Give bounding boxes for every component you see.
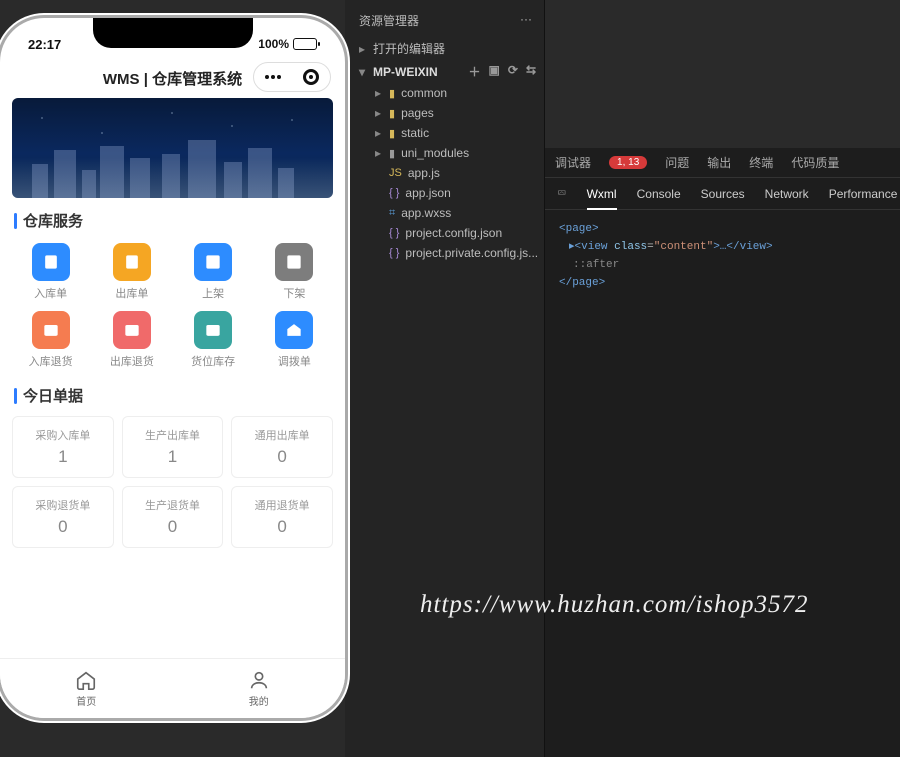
services-grid: 入库单 出库单 上架 下架 [12,241,333,371]
tab-issues[interactable]: 问题 [665,154,689,171]
inbound-return-icon [32,311,70,349]
subtab-sources[interactable]: Sources [701,187,745,201]
element-select-icon[interactable]: ⮹ [557,186,567,201]
folder-pages[interactable]: ▸▮pages [345,103,544,123]
status-time: 22:17 [28,37,61,52]
outbound-return-icon [113,311,151,349]
user-icon [248,669,270,691]
tab-home[interactable]: 首页 [0,659,173,718]
refresh-icon[interactable]: ⟳ [508,63,518,80]
battery-icon [293,38,317,50]
explorer-more-icon[interactable]: ··· [520,12,532,29]
service-outbound[interactable]: 出库单 [93,241,170,303]
service-transfer[interactable]: 调拨单 [256,309,333,371]
section-services-title: 仓库服务 [14,210,333,231]
watermark-text: https://www.huzhan.com/ishop3572 [420,591,809,619]
file-explorer: 资源管理器 ··· ▸打开的编辑器 ▾MP-WEIXIN ＋ ▣ ⟳ ⇆ ▸▮c… [345,0,545,757]
putaway-icon [194,243,232,281]
tree-project[interactable]: ▾MP-WEIXIN ＋ ▣ ⟳ ⇆ [345,60,544,83]
card-purchase-return[interactable]: 采购退货单0 [12,486,114,548]
subtab-performance[interactable]: Performance [829,187,898,201]
section-today-title: 今日单据 [14,385,333,406]
outbound-icon [113,243,151,281]
file-project-private[interactable]: { }project.private.config.js... [345,243,544,263]
devtools-top-tabs: 调试器 1, 13 问题 输出 终端 代码质量 [545,148,900,178]
subtab-network[interactable]: Network [765,187,809,201]
file-app-json[interactable]: { }app.json [345,183,544,203]
simulator-area: 22:17 100% WMS | 仓库管理系统 [0,0,345,757]
folder-static[interactable]: ▸▮static [345,123,544,143]
dom-tree[interactable]: <page> ▸<view class="content">…</view> :… [545,210,900,302]
tree-open-editors[interactable]: ▸打开的编辑器 [345,37,544,60]
devtools-panel: 调试器 1, 13 问题 输出 终端 代码质量 ⮹ Wxml Console S… [545,148,900,757]
tab-output[interactable]: 输出 [707,154,731,171]
devtools-sub-tabs: ⮹ Wxml Console Sources Network Performan… [545,178,900,210]
folder-uni-modules[interactable]: ▸▮uni_modules [345,143,544,163]
service-takedown[interactable]: 下架 [256,241,333,303]
folder-common[interactable]: ▸▮common [345,83,544,103]
home-icon [75,669,97,691]
service-outbound-return[interactable]: 出库退货 [93,309,170,371]
mini-program-capsule[interactable] [253,62,331,92]
takedown-icon [275,243,313,281]
new-folder-icon[interactable]: ▣ [489,63,500,80]
card-general-outbound[interactable]: 通用出库单0 [231,416,333,478]
service-inbound[interactable]: 入库单 [12,241,89,303]
capsule-close-icon[interactable] [303,69,319,85]
today-cards: 采购入库单1 生产出库单1 通用出库单0 采购退货单0 生产退货单0 通用退货单… [12,416,333,548]
service-putaway[interactable]: 上架 [175,241,252,303]
tab-debugger[interactable]: 调试器 [555,154,591,171]
explorer-title: 资源管理器 [359,12,419,29]
file-app-js[interactable]: JSapp.js [345,163,544,183]
tabbar: 首页 我的 [0,658,345,718]
card-purchase-inbound[interactable]: 采购入库单1 [12,416,114,478]
collapse-icon[interactable]: ⇆ [526,63,536,80]
tab-terminal[interactable]: 终端 [749,154,773,171]
battery-percent: 100% [258,37,289,51]
subtab-console[interactable]: Console [637,187,681,201]
service-bin-stock[interactable]: 货位库存 [175,309,252,371]
phone-frame: 22:17 100% WMS | 仓库管理系统 [0,18,345,718]
tab-quality[interactable]: 代码质量 [791,154,839,171]
app-title: WMS | 仓库管理系统 [103,68,242,89]
tab-mine[interactable]: 我的 [173,659,346,718]
new-file-icon[interactable]: ＋ [469,63,481,80]
capsule-menu-icon[interactable] [265,75,281,79]
file-app-wxss[interactable]: ⌗app.wxss [345,203,544,223]
card-production-return[interactable]: 生产退货单0 [122,486,224,548]
service-inbound-return[interactable]: 入库退货 [12,309,89,371]
file-project-config[interactable]: { }project.config.json [345,223,544,243]
transfer-icon [275,311,313,349]
inbound-icon [32,243,70,281]
card-production-outbound[interactable]: 生产出库单1 [122,416,224,478]
app-header: WMS | 仓库管理系统 [0,58,345,98]
subtab-wxml[interactable]: Wxml [587,187,617,201]
banner-image [12,98,333,198]
bin-stock-icon [194,311,232,349]
card-general-return[interactable]: 通用退货单0 [231,486,333,548]
phone-notch [93,18,253,48]
debug-badge: 1, 13 [609,156,647,169]
